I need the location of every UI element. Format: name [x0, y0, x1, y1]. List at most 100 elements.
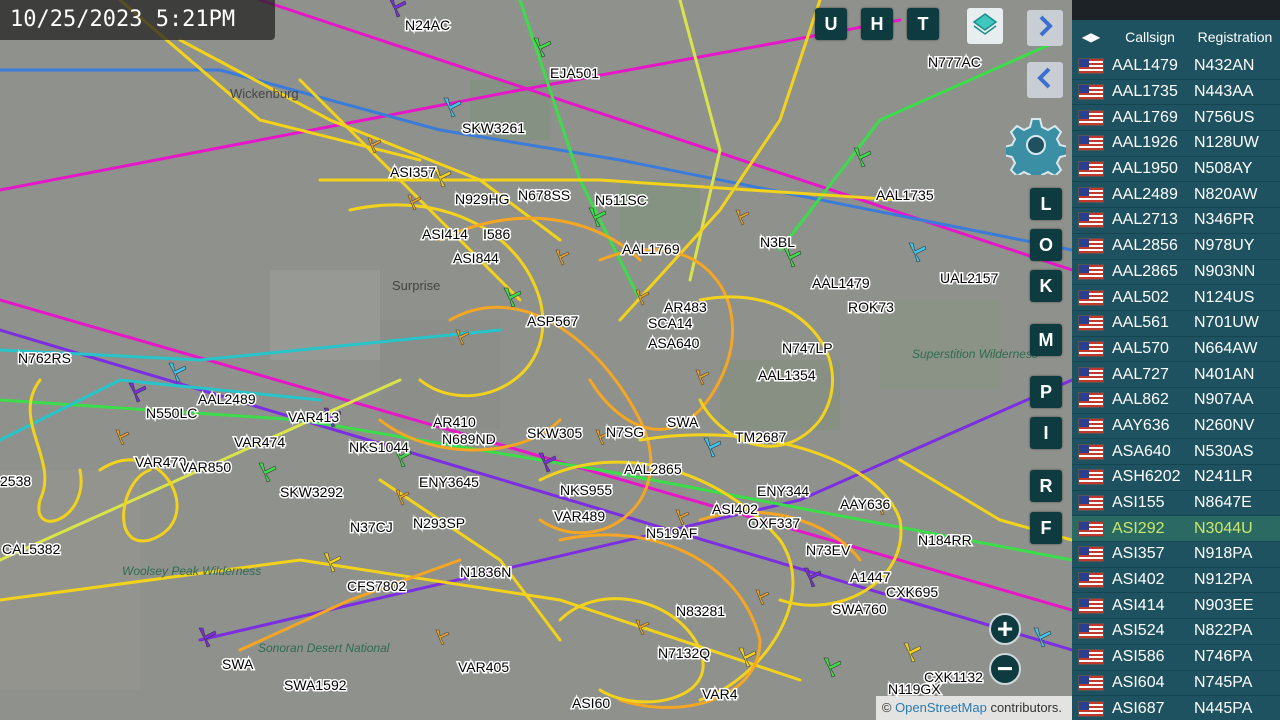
registration-column-header[interactable]: Registration	[1190, 29, 1280, 45]
aircraft-label[interactable]: N3BL	[759, 233, 797, 252]
table-row[interactable]: AAL1950 N508AY	[1072, 157, 1280, 183]
aircraft-label[interactable]: N678SS	[517, 186, 572, 205]
table-row[interactable]: AAL561 N701UW	[1072, 311, 1280, 337]
l-button[interactable]: L	[1030, 188, 1062, 220]
aircraft-label[interactable]: N7132Q	[657, 644, 712, 663]
p-button[interactable]: P	[1030, 376, 1062, 408]
map-canvas[interactable]: Wickenburg Surprise Superstition Wildern…	[0, 0, 1072, 720]
table-row[interactable]: ASA640 N530AS	[1072, 439, 1280, 465]
table-row[interactable]: AAL1479 N432AN	[1072, 54, 1280, 80]
table-row[interactable]: AAL1769 N756US	[1072, 105, 1280, 132]
table-row[interactable]: AAL570 N664AW	[1072, 337, 1280, 363]
aircraft-label[interactable]: CFS7802	[346, 577, 408, 596]
aircraft-label[interactable]: N7SG	[605, 423, 646, 442]
aircraft-label[interactable]: ASI414	[421, 225, 470, 244]
f-button[interactable]: F	[1030, 512, 1062, 544]
aircraft-label[interactable]: VAR405	[457, 658, 511, 677]
aircraft-label[interactable]: VAR4	[701, 685, 740, 704]
table-row[interactable]: AAL2865 N903NN	[1072, 260, 1280, 286]
aircraft-label[interactable]: UAL2157	[939, 269, 1001, 288]
table-row[interactable]: AAL727 N401AN	[1072, 362, 1280, 388]
aircraft-label[interactable]: N519AF	[645, 524, 699, 543]
aircraft-label[interactable]: TM2687	[734, 428, 789, 447]
aircraft-label[interactable]: NKS955	[559, 481, 614, 500]
aircraft-label[interactable]: N550LC	[145, 404, 199, 423]
flight-map[interactable]: Wickenburg Surprise Superstition Wildern…	[0, 0, 1072, 720]
aircraft-label[interactable]: AAL2865	[623, 460, 684, 479]
table-row[interactable]: ASI414 N903EE	[1072, 593, 1280, 620]
aircraft-label[interactable]: SWA1592	[283, 676, 349, 695]
aircraft-label[interactable]: ENY344	[756, 482, 811, 501]
aircraft-label[interactable]: N777AC	[927, 53, 983, 72]
aircraft-label[interactable]: AAL1354	[757, 366, 818, 385]
aircraft-label[interactable]: N83281	[675, 602, 727, 621]
table-row[interactable]: AAL862 N907AA	[1072, 388, 1280, 414]
zoom-out-button[interactable]: −	[989, 653, 1021, 685]
table-row[interactable]: ASH6202 N241LR	[1072, 465, 1280, 491]
table-row[interactable]: AAL1735 N443AA	[1072, 80, 1280, 106]
aircraft-label[interactable]: ASI60	[571, 694, 612, 713]
aircraft-label[interactable]: N119GX	[887, 680, 943, 699]
callsign-column-header[interactable]: Callsign	[1110, 29, 1190, 45]
o-button[interactable]: O	[1030, 229, 1062, 261]
aircraft-label[interactable]: N929HG	[454, 190, 511, 209]
r-button[interactable]: R	[1030, 470, 1062, 502]
table-row[interactable]: ASI524 N822PA	[1072, 619, 1280, 645]
aircraft-label[interactable]: N184RR	[917, 531, 974, 550]
table-row[interactable]: AAL2856 N978UY	[1072, 234, 1280, 260]
aircraft-label[interactable]: AAL1479	[811, 274, 872, 293]
k-button[interactable]: K	[1030, 270, 1062, 302]
aircraft-label[interactable]: VAR850	[179, 458, 233, 477]
expand-panel-button[interactable]: ◀▶	[1072, 30, 1110, 44]
u-button[interactable]: U	[815, 8, 847, 40]
back-button[interactable]	[1027, 62, 1063, 98]
table-row[interactable]: AAY636 N260NV	[1072, 414, 1280, 440]
aircraft-label[interactable]: SKW305	[526, 424, 584, 443]
table-row[interactable]: ASI155 N8647E	[1072, 491, 1280, 517]
aircraft-label[interactable]: SWA	[221, 655, 256, 674]
openstreetmap-link[interactable]: OpenStreetMap	[895, 700, 987, 715]
aircraft-label[interactable]: N747LP	[781, 339, 835, 358]
aircraft-label[interactable]: ASI357	[389, 163, 438, 182]
aircraft-label[interactable]: N293SP	[412, 514, 467, 533]
aircraft-label[interactable]: SCA14	[647, 314, 695, 333]
next-button[interactable]	[1027, 10, 1063, 46]
aircraft-label[interactable]: VAR474	[233, 433, 287, 452]
aircraft-label[interactable]: ASI844	[452, 249, 501, 268]
aircraft-label[interactable]: AAL1735	[875, 186, 936, 205]
table-row[interactable]: ASI292 N3044U	[1072, 516, 1280, 543]
aircraft-label[interactable]: ASP567	[526, 312, 581, 331]
m-button[interactable]: M	[1030, 324, 1062, 356]
aircraft-label[interactable]: AR483	[663, 298, 709, 317]
aircraft-label[interactable]: N689ND	[441, 430, 498, 449]
aircraft-label[interactable]: SKW3261	[461, 119, 527, 138]
aircraft-label[interactable]: CAL5382	[1, 540, 63, 559]
h-button[interactable]: H	[861, 8, 893, 40]
aircraft-label[interactable]: ROK73	[847, 298, 896, 317]
aircraft-label[interactable]: N762RS	[17, 349, 73, 368]
table-row[interactable]: AAL2713 N346PR	[1072, 208, 1280, 234]
aircraft-label[interactable]: 2538	[0, 472, 33, 491]
aircraft-label[interactable]: VAR413	[287, 408, 341, 427]
table-row[interactable]: ASI357 N918PA	[1072, 542, 1280, 568]
table-row[interactable]: ASI402 N912PA	[1072, 568, 1280, 594]
table-row[interactable]: ASI604 N745PA	[1072, 671, 1280, 697]
aircraft-label[interactable]: N1836N	[459, 563, 513, 582]
table-row[interactable]: AAL2489 N820AW	[1072, 182, 1280, 209]
aircraft-label[interactable]: NKS1044	[348, 438, 411, 457]
layers-button[interactable]	[967, 8, 1003, 44]
i-button[interactable]: I	[1030, 417, 1062, 449]
t-button[interactable]: T	[907, 8, 939, 40]
aircraft-label[interactable]: N511SC	[594, 191, 649, 210]
aircraft-label[interactable]: AAY636	[839, 495, 893, 514]
table-row[interactable]: ASI586 N746PA	[1072, 645, 1280, 671]
aircraft-label[interactable]: AAL1769	[621, 240, 682, 259]
aircraft-label[interactable]: VAR470	[134, 453, 188, 472]
aircraft-label[interactable]: VAR489	[553, 507, 607, 526]
aircraft-label[interactable]: ASA640	[647, 334, 702, 353]
aircraft-label[interactable]: A1447	[849, 568, 893, 587]
table-row[interactable]: AAL502 N124US	[1072, 285, 1280, 311]
aircraft-label[interactable]: N37CJ	[349, 518, 395, 537]
aircraft-label[interactable]: I586	[482, 225, 512, 244]
aircraft-label[interactable]: N73EV	[805, 541, 853, 560]
